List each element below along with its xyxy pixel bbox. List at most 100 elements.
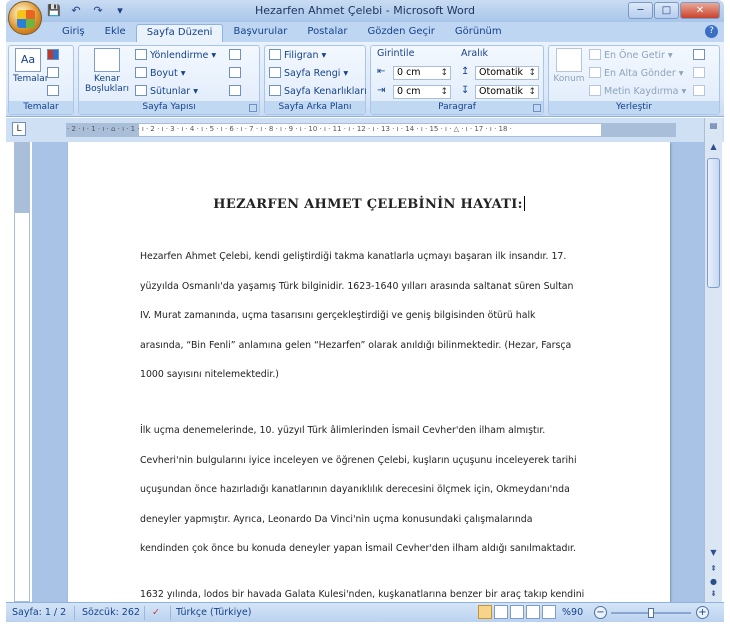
text-cursor	[523, 196, 525, 211]
send-to-back-label: En Alta Gönder ▾	[604, 68, 684, 79]
tab-postalar[interactable]: Postalar	[297, 24, 357, 42]
zoom-in-button[interactable]: +	[696, 606, 709, 619]
margins-button[interactable]: Kenar Boşlukları	[85, 48, 129, 94]
columns-button[interactable]: Sütunlar ▾	[135, 84, 198, 100]
tab-ekle[interactable]: Ekle	[95, 24, 136, 42]
word-count[interactable]: Sözcük: 262	[82, 607, 140, 618]
paragraph-1[interactable]: Hezarfen Ahmet Çelebi, kendi geliştirdiğ…	[140, 242, 600, 390]
paragraph-line: uçuşundan önce hazırladığı kanatlarının …	[140, 484, 570, 495]
paragraph-launcher-icon[interactable]	[533, 104, 541, 112]
columns-label: Sütunlar ▾	[150, 86, 198, 97]
indent-right-input[interactable]: 0 cm	[393, 85, 451, 99]
paragraph-2[interactable]: İlk uçma denemelerinde, 10. yüzyıl Türk …	[140, 416, 600, 564]
page-borders-icon	[269, 85, 281, 96]
group-sayfa-yapisi: Kenar Boşlukları Yönlendirme ▾ Boyut ▾ S…	[78, 45, 260, 115]
next-page-icon[interactable]: ⇟	[707, 589, 720, 601]
web-layout-view-icon[interactable]	[510, 605, 524, 619]
zoom-level[interactable]: %90	[562, 607, 583, 618]
paragraph-line: kendinden çok önce bu konuda deneyler ya…	[140, 543, 577, 554]
theme-colors-icon	[47, 49, 59, 60]
margins-label: Kenar Boşlukları	[85, 74, 130, 94]
tab-basvurular[interactable]: Başvurular	[223, 24, 297, 42]
rotate-icon	[693, 85, 705, 96]
align-button[interactable]	[693, 48, 708, 64]
zoom-slider-thumb[interactable]	[648, 608, 654, 618]
tab-gorunum[interactable]: Görünüm	[445, 24, 512, 42]
scroll-down-arrow[interactable]: ▼	[707, 548, 720, 560]
indent-left-input[interactable]: 0 cm	[393, 66, 451, 80]
horizontal-ruler[interactable]: · 2 · ı · 1 · ı · ⌂ · ı · 1 · ı · 2 · ı …	[66, 123, 676, 137]
page-count[interactable]: Sayfa: 1 / 2	[12, 607, 66, 618]
status-separator	[170, 606, 171, 620]
margins-icon	[94, 48, 120, 72]
line-numbers-button[interactable]	[229, 66, 244, 82]
tab-gozden-gecir[interactable]: Gözden Geçir	[357, 24, 444, 42]
bring-to-front-button[interactable]: En Öne Getir ▾	[589, 48, 673, 64]
bring-to-front-label: En Öne Getir ▾	[604, 50, 673, 61]
watermark-button[interactable]: Filigran ▾	[269, 48, 326, 64]
spacing-label: Aralık	[461, 48, 489, 59]
draft-view-icon[interactable]	[542, 605, 556, 619]
page-setup-launcher-icon[interactable]	[249, 104, 257, 112]
tab-selector-button[interactable]: L	[12, 122, 26, 136]
group-objects-button[interactable]	[693, 66, 708, 82]
full-screen-reading-view-icon[interactable]	[494, 605, 508, 619]
browse-object-icon[interactable]: ●	[707, 577, 720, 589]
text-wrapping-label: Metin Kaydırma ▾	[604, 86, 687, 97]
status-separator	[74, 606, 75, 620]
minimize-button[interactable]: ─	[628, 2, 653, 19]
group-objects-icon	[693, 67, 705, 78]
document-title-text: HEZARFEN AHMET ÇELEBİNİN HAYATI:	[213, 197, 523, 212]
spacing-after-input[interactable]: Otomatik	[475, 85, 539, 99]
theme-colors-button[interactable]	[47, 48, 62, 64]
vertical-ruler[interactable]	[14, 142, 30, 602]
scroll-thumb[interactable]	[707, 158, 720, 288]
theme-effects-button[interactable]	[47, 84, 62, 100]
themes-icon: Aa	[15, 48, 41, 72]
spacing-before-input[interactable]: Otomatik	[475, 66, 539, 80]
proofing-icon[interactable]: ✓	[152, 607, 160, 618]
themes-button[interactable]: Aa Temalar	[13, 48, 49, 84]
language-indicator[interactable]: Türkçe (Türkiye)	[176, 607, 251, 618]
send-to-back-button[interactable]: En Alta Gönder ▾	[589, 66, 684, 82]
orientation-button[interactable]: Yönlendirme ▾	[135, 48, 216, 64]
bring-to-front-icon	[589, 49, 601, 60]
print-layout-view-icon[interactable]	[478, 605, 492, 619]
vertical-scrollbar[interactable]: ▤ ▲ ▼ ⇞ ● ⇟	[704, 118, 722, 602]
tab-sayfa-duzeni[interactable]: Sayfa Düzeni	[135, 24, 224, 42]
rotate-button[interactable]	[693, 84, 708, 100]
page-color-label: Sayfa Rengi ▾	[284, 68, 349, 79]
scroll-up-arrow[interactable]: ▲	[707, 142, 720, 154]
window-title: Hezarfen Ahmet Çelebi - Microsoft Word	[254, 4, 476, 17]
spacing-before-icon: ↥	[461, 66, 470, 77]
document-page[interactable]: HEZARFEN AHMET ÇELEBİNİN HAYATI: Hezarfe…	[68, 142, 670, 602]
hyphenation-button[interactable]	[229, 84, 244, 100]
line-numbers-icon	[229, 67, 241, 78]
paragraph-3[interactable]: 1632 yılında, lodos bir havada Galata Ku…	[140, 580, 600, 602]
watermark-icon	[269, 49, 281, 60]
paragraph-line: Hezarfen Ahmet Çelebi, kendi geliştirdiğ…	[140, 251, 567, 262]
breaks-button[interactable]	[229, 48, 244, 64]
outline-view-icon[interactable]	[526, 605, 540, 619]
paragraph-line: IV. Murat zamanında, uçma tasarısını ger…	[140, 310, 536, 321]
page-borders-button[interactable]: Sayfa Kenarlıkları	[269, 84, 367, 100]
prev-page-icon[interactable]: ⇞	[707, 564, 720, 576]
position-button[interactable]: Konum	[553, 48, 585, 84]
group-paragraf: Girintile Aralık ⇤ 0 cm ⇥ 0 cm ↥ Otomati…	[370, 45, 544, 115]
paragraph-line: 1632 yılında, lodos bir havada Galata Ku…	[140, 589, 585, 600]
document-area[interactable]: HEZARFEN AHMET ÇELEBİNİN HAYATI: Hezarfe…	[32, 142, 704, 602]
zoom-out-button[interactable]: −	[594, 606, 607, 619]
maximize-button[interactable]: □	[654, 2, 679, 19]
size-button[interactable]: Boyut ▾	[135, 66, 186, 82]
help-icon[interactable]: ?	[705, 25, 718, 38]
tab-giris[interactable]: Giriş	[52, 24, 95, 42]
close-button[interactable]: ✕	[680, 2, 720, 19]
office-button[interactable]	[8, 1, 42, 35]
theme-fonts-icon	[47, 67, 59, 78]
ruler-row: L · 2 · ı · 1 · ı · ⌂ · ı · 1 · ı · 2 · …	[6, 118, 724, 142]
page-color-button[interactable]: Sayfa Rengi ▾	[269, 66, 348, 82]
text-wrapping-button[interactable]: Metin Kaydırma ▾	[589, 84, 686, 100]
ruler-toggle-icon[interactable]: ▤	[707, 121, 720, 133]
document-title[interactable]: HEZARFEN AHMET ÇELEBİNİN HAYATI:	[68, 196, 670, 212]
theme-fonts-button[interactable]	[47, 66, 62, 82]
